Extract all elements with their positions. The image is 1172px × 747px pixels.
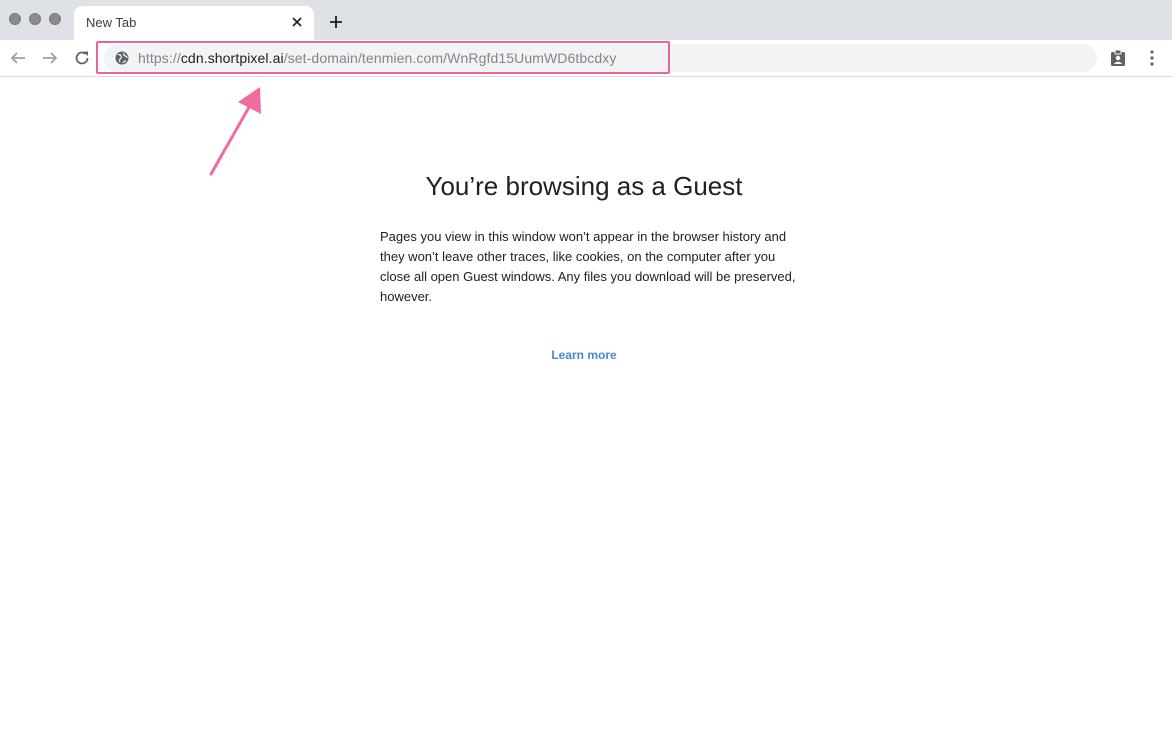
url-path: /set-domain/tenmien.com/WnRgfd15UumWD6tb…: [283, 50, 617, 66]
plus-icon[interactable]: [326, 12, 346, 32]
forward-arrow-icon[interactable]: [40, 48, 60, 68]
url-scheme: https://: [138, 50, 181, 66]
address-bar[interactable]: https://cdn.shortpixel.ai/set-domain/ten…: [104, 44, 1097, 72]
url-text: https://cdn.shortpixel.ai/set-domain/ten…: [138, 50, 616, 66]
clipboard-person-icon[interactable]: [1109, 49, 1127, 67]
page-title: You’re browsing as a Guest: [425, 171, 743, 201]
kebab-menu-icon[interactable]: [1143, 49, 1161, 67]
window-maximize-button[interactable]: [49, 13, 61, 25]
learn-more-label: Learn more: [551, 348, 617, 362]
reload-icon[interactable]: [72, 48, 92, 68]
url-host: cdn.shortpixel.ai: [180, 50, 284, 66]
learn-more-link[interactable]: Learn more: [0, 348, 1168, 362]
window-minimize-button[interactable]: [29, 13, 41, 25]
guest-page: You’re browsing as a Guest Pages you vie…: [0, 78, 1172, 747]
toolbar: https://cdn.shortpixel.ai/set-domain/ten…: [0, 40, 1172, 77]
globe-icon: [114, 50, 130, 66]
window-close-button[interactable]: [9, 13, 21, 25]
guest-description: Pages you view in this window won’t appe…: [380, 229, 796, 304]
tab-new-tab[interactable]: New Tab: [74, 6, 314, 40]
tab-strip: New Tab: [0, 0, 1172, 40]
tab-title: New Tab: [86, 15, 137, 30]
back-arrow-icon[interactable]: [8, 48, 28, 68]
close-icon[interactable]: [288, 13, 306, 31]
